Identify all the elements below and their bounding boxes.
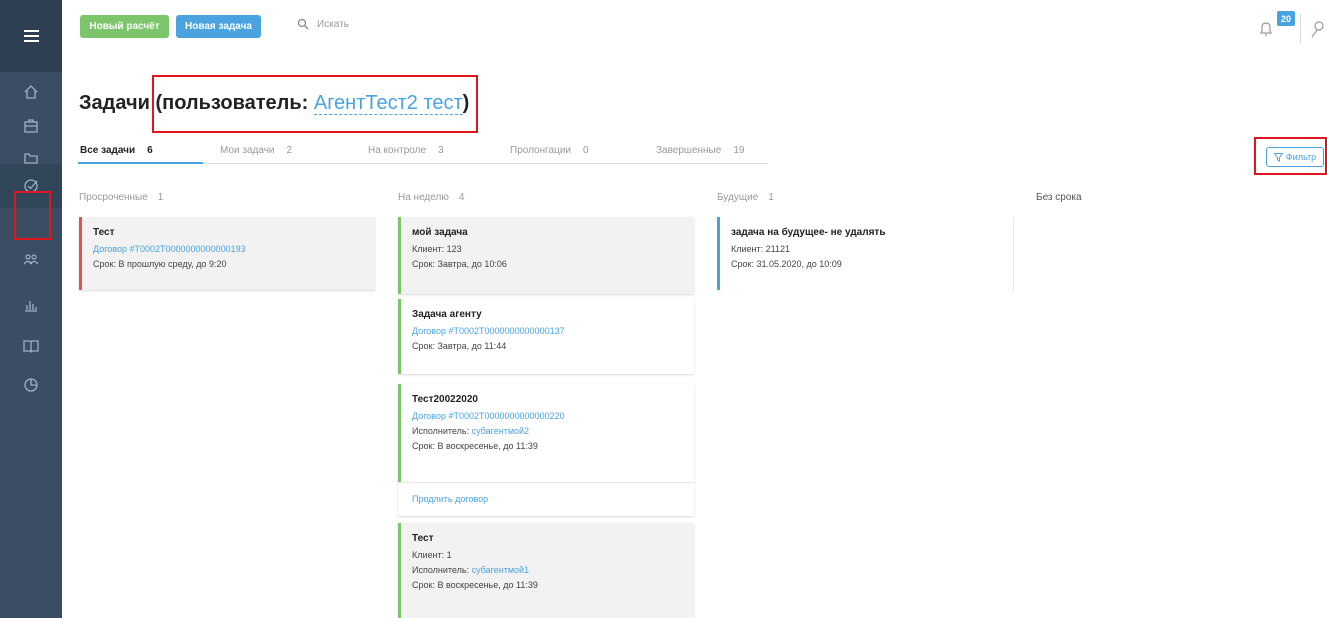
sidebar [0, 0, 62, 618]
card-title: Тест [412, 533, 434, 544]
card-due: Срок: В воскресенье, до 11:39 [412, 441, 538, 451]
column-count: 1 [157, 192, 164, 203]
card-title: Тест [93, 227, 115, 238]
highlight-filter [1254, 137, 1327, 175]
card-contract-link[interactable]: Договор #Т0002Т0000000000000137 [412, 324, 694, 339]
column-count: 4 [458, 192, 465, 203]
task-card[interactable]: Тест Договор #Т0002Т0000000000000193 Сро… [79, 217, 375, 290]
task-card[interactable]: Тест20022020 Договор #Т0002Т000000000000… [398, 384, 694, 516]
extend-contract-link[interactable]: Продлить договор [398, 482, 694, 516]
card-title: Тест20022020 [412, 394, 478, 405]
notification-badge: 20 [1277, 11, 1295, 26]
card-due: Срок: Завтра, до 10:06 [412, 259, 507, 269]
tab-on-control[interactable]: На контроле 3 [368, 145, 444, 156]
column-no-deadline-header: Без срока [1036, 192, 1082, 203]
user-icon[interactable] [1311, 20, 1325, 38]
search-input[interactable]: Искать [297, 18, 349, 30]
executor-link[interactable]: субагентмой1 [472, 565, 529, 575]
tab-completed[interactable]: Завершенные 19 [656, 145, 744, 156]
card-contract-link[interactable]: Договор #Т0002Т0000000000000220 [412, 409, 694, 424]
card-executor: Исполнитель: субагентмой2 [412, 424, 694, 439]
reports-icon[interactable] [0, 283, 62, 327]
card-contract-link[interactable]: Договор #Т0002Т0000000000000193 [93, 242, 375, 257]
new-task-button[interactable]: Новая задача [176, 15, 261, 38]
tab-count: 6 [147, 145, 153, 156]
task-tabs: Все задачи 6 Мои задачи 2 На контроле 3 Про… [78, 145, 768, 164]
card-client: Клиент: 1 [412, 550, 452, 560]
clients-icon[interactable] [0, 237, 62, 281]
card-due: Срок: В прошлую среду, до 9:20 [93, 259, 227, 269]
card-due: Срок: Завтра, до 11:44 [412, 341, 507, 351]
card-status-bar [79, 217, 82, 290]
card-client: Клиент: 21121 [731, 244, 790, 254]
card-title: задача на будущее- не удалять [731, 227, 886, 238]
tab-label: Мои задачи [220, 145, 275, 156]
active-tab-indicator [78, 162, 203, 164]
card-title: Задача агенту [412, 309, 482, 320]
executor-label: Исполнитель: [412, 426, 472, 436]
column-divider [1013, 217, 1014, 290]
card-client: Клиент: 123 [412, 244, 462, 254]
column-week-header: На неделю 4 [398, 192, 464, 203]
tab-my-tasks[interactable]: Мои задачи 2 [220, 145, 292, 156]
analytics-icon[interactable] [0, 363, 62, 407]
tab-label: Пролонгации [510, 145, 572, 156]
search-icon [297, 18, 309, 30]
card-status-bar [398, 217, 401, 294]
new-calculation-button[interactable]: Новый расчёт [80, 15, 169, 38]
tab-count: 3 [438, 145, 444, 156]
book-icon[interactable] [0, 324, 62, 368]
tab-all-tasks[interactable]: Все задачи 6 [80, 145, 153, 156]
card-due: Срок: 31.05.2020, до 10:09 [731, 259, 842, 269]
page-title-prefix: Задачи [79, 92, 150, 114]
tab-label: На контроле [368, 145, 427, 156]
task-card[interactable]: мой задача Клиент: 123 Срок: Завтра, до … [398, 217, 694, 294]
column-label: На неделю [398, 192, 449, 203]
tab-count: 2 [286, 145, 293, 156]
highlight-user-title [152, 75, 478, 133]
topbar-divider [1300, 14, 1301, 44]
highlight-tasks-nav [14, 191, 51, 240]
bell-icon[interactable] [1259, 20, 1273, 37]
search-placeholder: Искать [317, 18, 349, 30]
task-card[interactable]: Тест Клиент: 1 Исполнитель: субагентмой1… [398, 523, 694, 618]
card-title: мой задача [412, 227, 468, 238]
card-status-bar [398, 384, 401, 483]
column-count: 1 [768, 192, 774, 203]
task-card[interactable]: Задача агенту Договор #Т0002Т00000000000… [398, 299, 694, 374]
tab-label: Все задачи [80, 145, 136, 156]
column-future-header: Будущие 1 [717, 192, 774, 203]
task-card[interactable]: задача на будущее- не удалять Клиент: 21… [717, 217, 1013, 290]
executor-link[interactable]: субагентмой2 [472, 426, 529, 436]
column-overdue-header: Просроченные 1 [79, 192, 163, 203]
tab-prolongations[interactable]: Пролонгации 0 [510, 145, 589, 156]
tab-label: Завершенные [656, 145, 722, 156]
tab-count: 19 [733, 145, 745, 156]
card-status-bar [398, 523, 401, 618]
card-status-bar [398, 299, 401, 374]
column-label: Просроченные [79, 192, 148, 203]
column-label: Будущие [717, 192, 759, 203]
tab-count: 0 [583, 145, 589, 156]
card-status-bar [717, 217, 720, 290]
card-executor: Исполнитель: субагентмой1 [412, 563, 694, 578]
executor-label: Исполнитель: [412, 565, 472, 575]
menu-button[interactable] [0, 0, 62, 72]
column-label: Без срока [1036, 192, 1082, 203]
card-due: Срок: В воскресенье, до 11:39 [412, 580, 538, 590]
